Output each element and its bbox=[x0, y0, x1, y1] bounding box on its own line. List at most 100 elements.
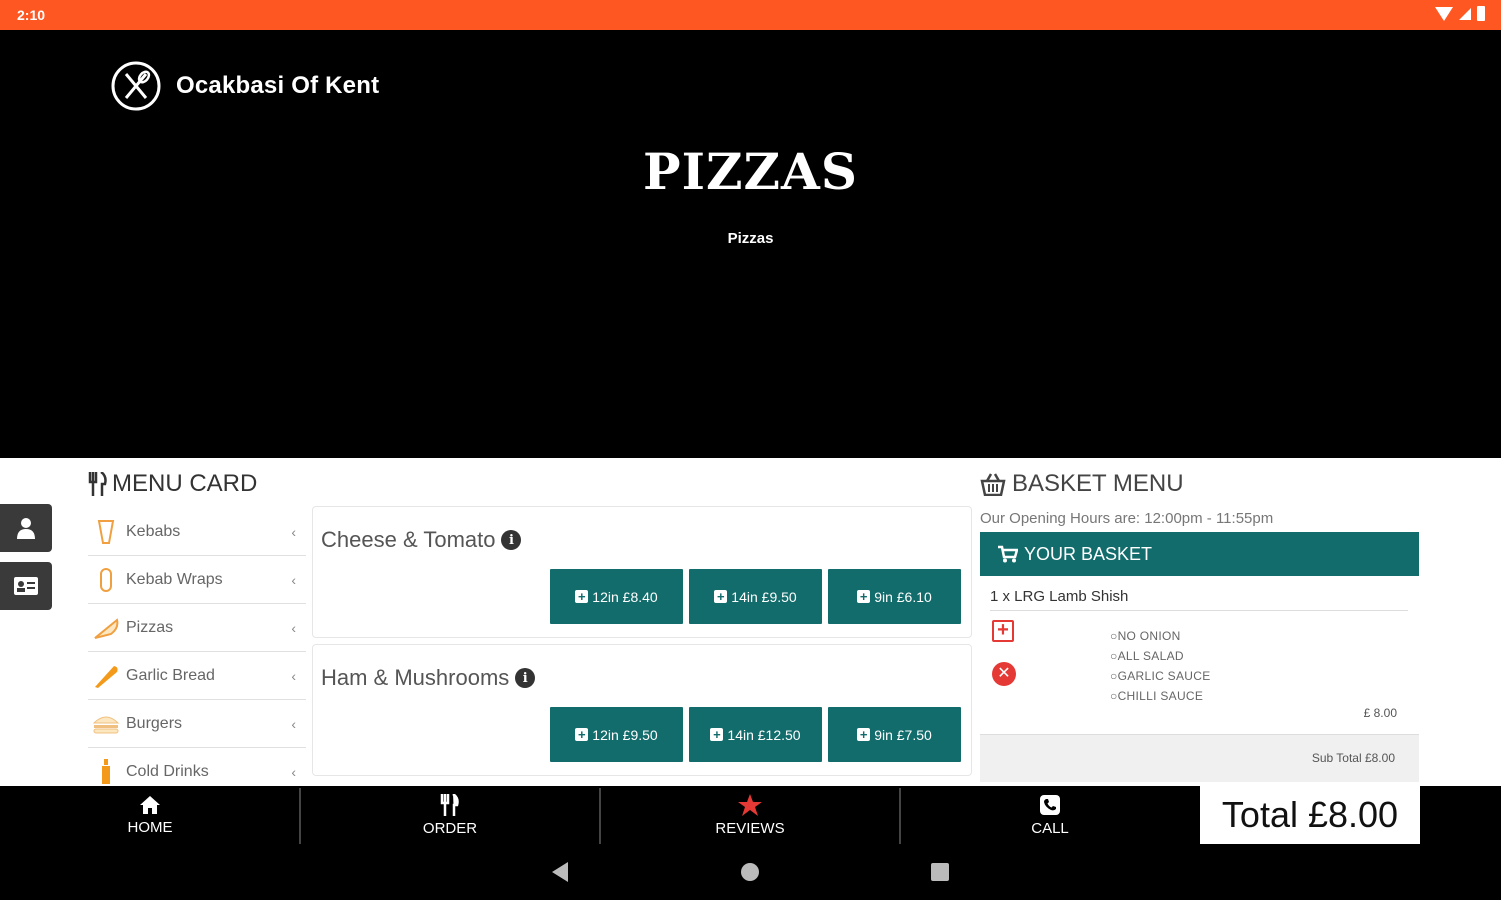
category-label: Garlic Bread bbox=[126, 666, 215, 684]
star-icon bbox=[738, 793, 762, 816]
edit-item-icon[interactable]: + bbox=[992, 620, 1014, 642]
remove-item-icon[interactable]: ✕ bbox=[992, 662, 1016, 686]
basket-menu-title: BASKET MENU bbox=[1012, 470, 1184, 497]
wifi-icon bbox=[1435, 6, 1453, 21]
chevron-left-icon: ‹ bbox=[291, 715, 296, 732]
nav-call[interactable]: CALL bbox=[900, 786, 1200, 844]
user-icon bbox=[17, 518, 35, 539]
plus-icon: + bbox=[714, 590, 728, 603]
nav-reviews[interactable]: REVIEWS bbox=[600, 786, 900, 844]
price-label: 14in £9.50 bbox=[731, 588, 797, 605]
cutlery-icon bbox=[88, 472, 107, 496]
add-9in-button[interactable]: +9in £6.10 bbox=[828, 569, 961, 624]
status-time: 2:10 bbox=[17, 7, 46, 23]
item-options: ○NO ONION ○ALL SALAD ○GARLIC SAUCE ○CHIL… bbox=[1110, 626, 1211, 706]
signal-icon bbox=[1459, 7, 1471, 20]
your-basket-label: YOUR BASKET bbox=[1024, 543, 1153, 564]
back-icon[interactable] bbox=[552, 862, 568, 882]
side-tab-account[interactable] bbox=[0, 504, 52, 552]
menu-card-heading: MENU CARD bbox=[88, 470, 257, 498]
plus-icon: + bbox=[857, 728, 871, 741]
home-icon bbox=[140, 795, 160, 814]
category-item-garlic-bread[interactable]: Garlic Bread ‹ bbox=[88, 652, 306, 700]
add-14in-button[interactable]: +14in £9.50 bbox=[689, 569, 822, 624]
product-name: Ham & Mushrooms bbox=[321, 665, 510, 690]
brand-name: Ocakbasi Of Kent bbox=[176, 72, 380, 99]
option-line: ○GARLIC SAUCE bbox=[1110, 669, 1211, 683]
add-12in-button[interactable]: +12in £9.50 bbox=[550, 707, 683, 762]
chevron-left-icon: ‹ bbox=[291, 523, 296, 540]
home-circle-icon[interactable] bbox=[741, 863, 759, 881]
fork-knife-logo-icon bbox=[111, 61, 161, 111]
header-hero: Ocakbasi Of Kent PIZZAS Pizzas bbox=[0, 30, 1501, 458]
category-label: Cold Drinks bbox=[126, 762, 209, 780]
nav-order[interactable]: ORDER bbox=[300, 786, 600, 844]
option-line: ○NO ONION bbox=[1110, 629, 1181, 643]
category-label: Kebabs bbox=[126, 522, 181, 540]
main-content: MENU CARD Kebabs ‹ Kebab Wraps ‹ Pizzas … bbox=[0, 458, 1501, 786]
category-item-kebabs[interactable]: Kebabs ‹ bbox=[88, 508, 306, 556]
contact-card-icon bbox=[14, 577, 38, 595]
basket-icon bbox=[980, 473, 1006, 496]
price-label: 12in £9.50 bbox=[592, 726, 658, 743]
plus-icon: + bbox=[575, 728, 589, 741]
plus-icon: + bbox=[710, 728, 724, 741]
burger-icon bbox=[92, 710, 120, 738]
category-item-kebab-wraps[interactable]: Kebab Wraps ‹ bbox=[88, 556, 306, 604]
chevron-left-icon: ‹ bbox=[291, 667, 296, 684]
chevron-left-icon: ‹ bbox=[291, 619, 296, 636]
category-item-cold-drinks[interactable]: Cold Drinks ‹ bbox=[88, 748, 306, 786]
price-options: +12in £9.50 +14in £12.50 +9in £7.50 bbox=[550, 707, 961, 762]
page-subtitle: Pizzas bbox=[727, 230, 774, 247]
cutlery-icon bbox=[440, 793, 459, 816]
subtotal-text: Sub Total £8.00 bbox=[1311, 751, 1395, 765]
category-item-pizzas[interactable]: Pizzas ‹ bbox=[88, 604, 306, 652]
kebab-icon bbox=[92, 518, 120, 546]
price-label: 9in £6.10 bbox=[874, 588, 932, 605]
category-item-burgers[interactable]: Burgers ‹ bbox=[88, 700, 306, 748]
basket-item-name: 1 x LRG Lamb Shish bbox=[990, 588, 1129, 605]
chevron-left-icon: ‹ bbox=[291, 763, 296, 780]
basket-heading: BASKET MENU bbox=[980, 470, 1184, 498]
nav-home-label: HOME bbox=[127, 818, 173, 836]
system-navigation-bar bbox=[0, 844, 1501, 900]
phone-icon bbox=[1040, 794, 1060, 815]
system-icons bbox=[1435, 6, 1485, 21]
category-label: Burgers bbox=[126, 714, 183, 732]
info-icon[interactable]: i bbox=[515, 668, 536, 688]
add-9in-button[interactable]: +9in £7.50 bbox=[828, 707, 961, 762]
recent-apps-icon[interactable] bbox=[931, 863, 949, 881]
product-list: Cheese & Tomato i +12in £8.40 +14in £9.5… bbox=[312, 506, 972, 782]
add-12in-button[interactable]: +12in £8.40 bbox=[550, 569, 683, 624]
category-list: Kebabs ‹ Kebab Wraps ‹ Pizzas ‹ Garlic B… bbox=[88, 508, 306, 786]
product-title: Cheese & Tomato i bbox=[321, 527, 522, 553]
pizza-icon bbox=[92, 614, 120, 642]
plus-icon: + bbox=[857, 590, 871, 603]
side-tabs bbox=[0, 504, 52, 620]
add-14in-button[interactable]: +14in £12.50 bbox=[689, 707, 822, 762]
category-label: Kebab Wraps bbox=[126, 570, 223, 588]
plus-icon: + bbox=[575, 590, 589, 603]
battery-icon bbox=[1477, 6, 1485, 21]
status-bar: 2:10 bbox=[0, 0, 1501, 30]
drink-icon bbox=[92, 758, 120, 786]
price-options: +12in £8.40 +14in £9.50 +9in £6.10 bbox=[550, 569, 961, 624]
option-line: ○ALL SALAD bbox=[1110, 649, 1184, 663]
brand[interactable]: Ocakbasi Of Kent bbox=[110, 60, 379, 112]
basket-items: 1 x LRG Lamb Shish + ✕ ○NO ONION ○ALL SA… bbox=[980, 578, 1419, 783]
nav-order-label: ORDER bbox=[422, 819, 478, 837]
side-tab-contact[interactable] bbox=[0, 562, 52, 610]
wrap-icon bbox=[92, 566, 120, 594]
cart-icon bbox=[998, 545, 1018, 563]
product-card: Cheese & Tomato i +12in £8.40 +14in £9.5… bbox=[312, 506, 972, 638]
order-total[interactable]: Total £8.00 bbox=[1200, 786, 1420, 844]
your-basket-bar: YOUR BASKET bbox=[980, 532, 1419, 576]
info-icon[interactable]: i bbox=[501, 530, 522, 550]
category-label: Pizzas bbox=[126, 618, 174, 636]
product-card: Ham & Mushrooms i +12in £9.50 +14in £12.… bbox=[312, 644, 972, 776]
opening-hours: Our Opening Hours are: 12:00pm - 11:55pm bbox=[980, 510, 1274, 527]
nav-home[interactable]: HOME bbox=[0, 786, 300, 844]
bottom-nav: HOME ORDER REVIEWS CALL Total £8.00 bbox=[0, 786, 1501, 844]
product-title: Ham & Mushrooms i bbox=[321, 665, 536, 691]
price-label: 14in £12.50 bbox=[727, 726, 801, 743]
